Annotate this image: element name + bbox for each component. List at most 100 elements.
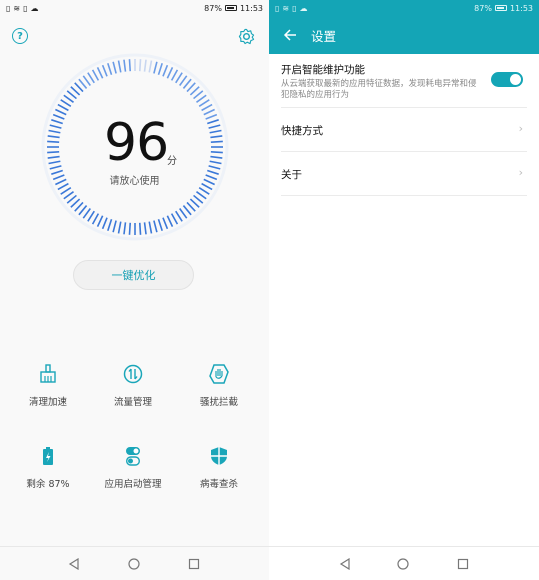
wifi-icon: ≋: [282, 3, 291, 13]
dial-tick: [189, 86, 200, 96]
tool-data-traffic[interactable]: 流量管理: [88, 364, 178, 408]
dial-tick: [210, 135, 223, 139]
dial-tick: [123, 222, 127, 235]
dial-tick: [166, 215, 174, 227]
dial-tick: [170, 213, 179, 225]
dial-tick: [47, 140, 60, 144]
dial-tick: [48, 129, 61, 134]
battery-percent: 87%: [204, 3, 222, 13]
tool-label: 清理加速: [28, 397, 67, 408]
dial-tick: [70, 198, 81, 208]
nav-back-icon[interactable]: [339, 558, 351, 570]
smart-maintenance-toggle[interactable]: [491, 72, 523, 87]
dial-tick: [66, 194, 77, 204]
dial-tick: [51, 119, 63, 125]
tool-harassment-block[interactable]: 骚扰拦截: [174, 364, 264, 408]
dial-tick: [47, 155, 60, 159]
broom-icon: [40, 364, 56, 383]
dial-tick: [182, 205, 192, 216]
settings-row-about[interactable]: 关于 ›: [281, 152, 527, 196]
gear-icon[interactable]: [238, 28, 255, 45]
dial-tick: [209, 129, 222, 134]
dial-tick: [112, 220, 117, 233]
battery-icon: [43, 447, 53, 465]
back-arrow-icon[interactable]: [283, 28, 297, 42]
tool-cleanup[interactable]: 清理加速: [3, 364, 93, 408]
dial-tick: [203, 108, 215, 116]
sim-icon: ▯: [275, 3, 281, 13]
dial-tick: [63, 94, 74, 103]
settings-row-shortcut[interactable]: 快捷方式 ›: [281, 108, 527, 152]
tool-virus-scan[interactable]: 病毒查杀: [174, 446, 264, 490]
dial-tick: [153, 61, 158, 74]
tool-label: 骚扰拦截: [199, 397, 238, 408]
tool-label: 应用启动管理: [104, 479, 162, 490]
one-click-optimize-button[interactable]: 一键优化: [73, 260, 194, 290]
dial-tick: [179, 75, 188, 86]
dial-tick: [60, 99, 72, 107]
dial-tick: [182, 78, 192, 89]
dial-tick: [78, 78, 88, 89]
dial-tick: [96, 67, 104, 79]
page-title: 设置: [311, 28, 337, 44]
dial-tick: [107, 219, 113, 231]
clock: 11:53: [239, 3, 263, 13]
clock: 11:53: [509, 3, 533, 13]
dial-tick: [209, 160, 222, 165]
setting-title: 开启智能维护功能: [281, 64, 365, 76]
navigation-bar: [269, 546, 539, 580]
dial-tick: [148, 60, 153, 73]
dial-tick: [48, 160, 61, 165]
wifi-icon: ≋: [13, 3, 22, 13]
security-score-value: 96: [104, 113, 169, 173]
data-traffic-icon: [123, 364, 143, 384]
nav-back-icon[interactable]: [68, 558, 80, 570]
dial-tick: [57, 103, 69, 112]
battery-status-icon: [224, 5, 237, 11]
dial-tick: [101, 64, 108, 77]
nav-home-icon[interactable]: [128, 558, 140, 570]
help-icon[interactable]: ?: [12, 28, 28, 44]
dial-tick: [49, 165, 62, 170]
dial-tick: [179, 208, 188, 219]
toggle-knob: [510, 74, 521, 85]
dial-tick: [47, 135, 60, 139]
dial-tick: [123, 59, 127, 72]
dial-tick: [210, 150, 223, 154]
nav-recent-apps-icon[interactable]: [188, 558, 200, 570]
dial-tick: [186, 201, 196, 212]
nav-recent-apps-icon[interactable]: [457, 558, 469, 570]
tool-label: 剩余 87%: [26, 479, 70, 490]
vibrate-icon: ▯: [292, 3, 298, 13]
dial-tick: [107, 63, 113, 75]
dial-tick: [175, 210, 183, 222]
tool-label: 流量管理: [113, 397, 152, 408]
dial-tick: [63, 191, 74, 200]
dial-tick: [157, 63, 163, 75]
dial-tick: [47, 150, 60, 154]
dial-tick: [82, 75, 91, 86]
dial-tick: [87, 72, 95, 84]
settings-row-smart-maintenance[interactable]: 开启智能维护功能 从云端获取最新的应用特征数据，发现耗电异常和侵犯隐私的应用行为: [281, 62, 527, 108]
settings-screen: ▯ ≋ ▯ ☁ 87% 11:53 设置 开启智能维护功能 从云端获取最新的应用…: [269, 0, 539, 580]
dial-tick: [207, 119, 219, 125]
status-bar: ▯ ≋ ▯ ☁ 87% 11:53: [0, 0, 269, 16]
navigation-bar: [0, 546, 269, 580]
dial-tick: [128, 222, 132, 235]
dial-tick: [91, 69, 100, 81]
dial-tick: [112, 61, 117, 74]
tool-app-launch-management[interactable]: 应用启动管理: [88, 446, 178, 490]
chevron-right-icon: ›: [518, 166, 523, 179]
nav-home-icon[interactable]: [397, 558, 409, 570]
sim-icon: ▯: [6, 3, 12, 13]
battery-status-icon: [494, 5, 507, 11]
dial-tick: [82, 208, 91, 219]
dial-tick: [193, 194, 204, 204]
setting-description: 从云端获取最新的应用特征数据，发现耗电异常和侵犯隐私的应用行为: [281, 79, 477, 100]
dial-tick: [175, 72, 183, 84]
dial-tick: [117, 60, 122, 73]
dial-tick: [78, 205, 88, 216]
dial-tick: [101, 217, 108, 230]
dial-tick: [210, 155, 223, 159]
tool-battery[interactable]: 剩余 87%: [3, 446, 93, 490]
